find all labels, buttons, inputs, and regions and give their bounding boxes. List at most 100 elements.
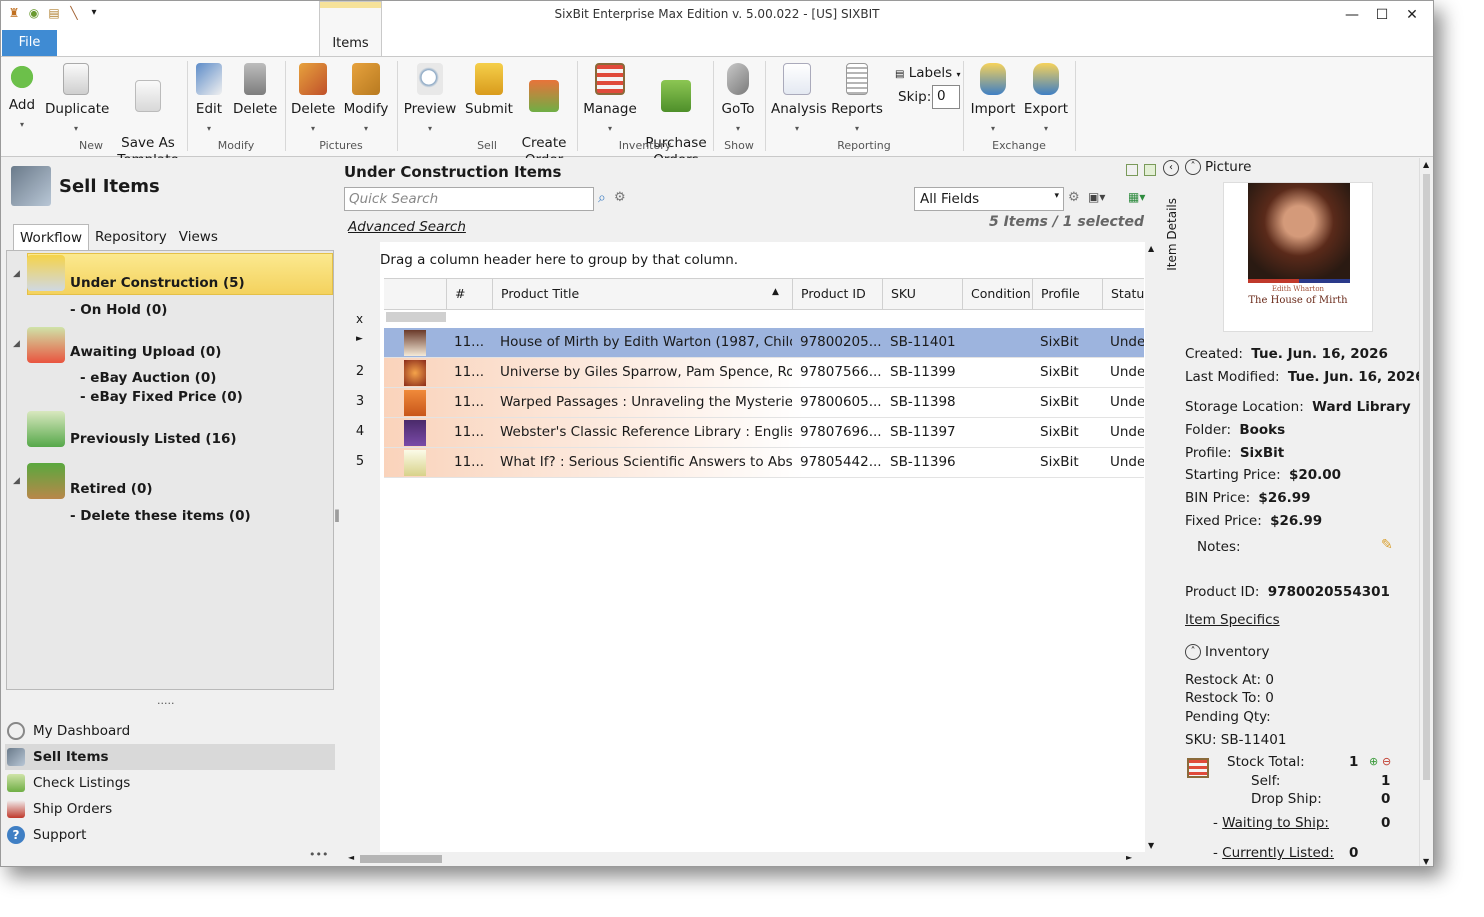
tree-previously-listed[interactable]: Previously Listed (16) bbox=[70, 431, 237, 447]
panel-splitter[interactable]: ..... bbox=[157, 694, 174, 707]
split-view-icon[interactable] bbox=[1144, 164, 1156, 176]
filter-row[interactable] bbox=[386, 312, 446, 322]
item-details-vertical-tab[interactable]: Item Details bbox=[1165, 198, 1179, 271]
picture-section-header[interactable]: ˄ Picture bbox=[1185, 159, 1251, 175]
product-id-row: Product ID: 9780020554301 bbox=[1185, 584, 1390, 600]
vertical-scrollbar[interactable]: ▲ ▼ bbox=[1145, 242, 1159, 852]
save-icon[interactable]: ▣▾ bbox=[1088, 190, 1105, 204]
edit-button[interactable]: Edit ▾ bbox=[193, 61, 225, 137]
cell-sku: SB-11401 bbox=[890, 334, 956, 350]
save-as-template-button[interactable]: Save As Template bbox=[113, 61, 183, 169]
column-header-status[interactable]: Status bbox=[1102, 279, 1151, 309]
purchase-orders-button[interactable]: Purchase Orders bbox=[645, 61, 707, 169]
import-button[interactable]: Import ▾ bbox=[969, 61, 1017, 137]
scroll-down-icon[interactable]: ▼ bbox=[1423, 857, 1429, 866]
search-icon[interactable]: ⌕ bbox=[598, 190, 606, 206]
filter-row-marker[interactable]: x bbox=[356, 312, 363, 326]
scroll-thumb[interactable] bbox=[360, 855, 442, 863]
scroll-down-icon[interactable]: ▼ bbox=[1148, 841, 1154, 850]
tree-delete-these-items[interactable]: - Delete these items (0) bbox=[70, 508, 251, 524]
gear-icon[interactable]: ⚙ bbox=[1068, 190, 1080, 205]
palm-tree-icon bbox=[27, 463, 65, 499]
column-header-number[interactable]: # bbox=[446, 279, 492, 309]
scroll-left-icon[interactable]: ◄ bbox=[348, 853, 354, 862]
labels-dropdown[interactable]: ▤ Labels ▾ bbox=[895, 65, 961, 81]
table-row[interactable]: 11... What If? : Serious Scientific Answ… bbox=[384, 448, 1144, 478]
nav-check-listings[interactable]: Check Listings bbox=[5, 770, 335, 796]
tree-retired[interactable]: Retired (0) bbox=[70, 481, 153, 497]
picture-modify-button[interactable]: Modify ▾ bbox=[343, 61, 389, 137]
tree-under-construction[interactable]: Under Construction (5) bbox=[70, 275, 245, 291]
remove-stock-icon[interactable]: ⊖ bbox=[1382, 755, 1391, 768]
table-row[interactable]: 11... House of Mirth by Edith Warton (19… bbox=[384, 328, 1144, 358]
quick-search-input[interactable]: Quick Search bbox=[344, 187, 594, 211]
table-row[interactable]: 11... Universe by Giles Sparrow, Pam Spe… bbox=[384, 358, 1144, 388]
picture-delete-button[interactable]: Delete ▾ bbox=[291, 61, 335, 137]
tab-repository[interactable]: Repository bbox=[89, 224, 173, 251]
scroll-thumb[interactable] bbox=[1423, 174, 1430, 780]
column-header-condition[interactable]: Condition bbox=[962, 279, 1032, 309]
add-button[interactable]: Add ▾ bbox=[7, 61, 37, 133]
collapse-left-icon[interactable]: ‹ bbox=[1163, 160, 1179, 176]
manage-button[interactable]: Manage ▾ bbox=[583, 61, 637, 137]
modified-value: Tue. Jun. 16, 2026 bbox=[1287, 369, 1425, 385]
tree-ebay-fixed-price[interactable]: - eBay Fixed Price (0) bbox=[80, 389, 243, 405]
waiting-to-ship-link[interactable]: Waiting to Ship: bbox=[1222, 815, 1329, 831]
horizontal-scrollbar[interactable]: ◄ ► bbox=[340, 852, 1145, 866]
nav-support[interactable]: ? Support bbox=[5, 822, 335, 848]
tree-awaiting-upload[interactable]: Awaiting Upload (0) bbox=[70, 344, 221, 360]
created-row: Created: Tue. Jun. 16, 2026 bbox=[1185, 346, 1388, 362]
pencil-icon[interactable]: ✎ bbox=[1381, 537, 1393, 553]
item-specifics-link[interactable]: Item Specifics bbox=[1185, 612, 1280, 628]
advanced-search-link[interactable]: Advanced Search bbox=[348, 219, 466, 235]
inventory-section-header[interactable]: ˄ Inventory bbox=[1185, 644, 1269, 660]
details-scrollbar[interactable]: ▲ ▼ bbox=[1419, 158, 1433, 866]
field-filter-select[interactable]: All Fields ▾ bbox=[914, 187, 1064, 211]
column-header-product-id[interactable]: Product ID bbox=[792, 279, 882, 309]
tab-items[interactable]: Items bbox=[319, 1, 382, 56]
currently-listed-link[interactable]: Currently Listed: bbox=[1222, 845, 1334, 861]
submit-button[interactable]: Submit bbox=[465, 61, 513, 118]
table-row[interactable]: 11... Webster's Classic Reference Librar… bbox=[384, 418, 1144, 448]
delete-button[interactable]: Delete bbox=[233, 61, 277, 118]
scroll-up-icon[interactable]: ▲ bbox=[1423, 160, 1429, 169]
analysis-button[interactable]: Analysis ▾ bbox=[771, 61, 827, 137]
minimize-button[interactable]: — bbox=[1337, 3, 1367, 27]
close-button[interactable]: ✕ bbox=[1397, 3, 1427, 27]
reports-button[interactable]: Reports ▾ bbox=[831, 61, 883, 137]
scroll-right-icon[interactable]: ► bbox=[1126, 853, 1132, 862]
abacus-icon[interactable] bbox=[1187, 758, 1209, 778]
scroll-up-icon[interactable]: ▲ bbox=[1148, 244, 1154, 253]
duplicate-button[interactable]: Duplicate ▾ bbox=[45, 61, 109, 137]
expand-arrow-icon[interactable]: ◢ bbox=[13, 339, 20, 349]
gear-icon[interactable]: ⚙ bbox=[614, 190, 626, 205]
group-reporting-label: Reporting bbox=[837, 139, 891, 152]
tree-on-hold[interactable]: - On Hold (0) bbox=[70, 302, 167, 318]
add-stock-icon[interactable]: ⊕ bbox=[1369, 755, 1378, 768]
tab-workflow[interactable]: Workflow bbox=[13, 224, 89, 251]
column-header-product-title[interactable]: Product Title bbox=[492, 279, 792, 309]
nav-sell-items[interactable]: Sell Items bbox=[5, 744, 335, 770]
excel-export-icon[interactable]: ▦▾ bbox=[1128, 190, 1145, 204]
expand-arrow-icon[interactable]: ◢ bbox=[13, 269, 20, 279]
tab-file[interactable]: File bbox=[2, 30, 57, 56]
nav-ship-orders[interactable]: Ship Orders bbox=[5, 796, 335, 822]
nav-my-dashboard[interactable]: My Dashboard bbox=[5, 718, 335, 744]
export-button[interactable]: Export ▾ bbox=[1023, 61, 1069, 137]
ribbon-separator bbox=[1075, 61, 1076, 151]
column-header-profile[interactable]: Profile bbox=[1032, 279, 1102, 309]
more-options-icon[interactable]: ••• bbox=[309, 848, 328, 861]
maximize-button[interactable]: ☐ bbox=[1367, 3, 1397, 27]
tab-views[interactable]: Views bbox=[173, 224, 224, 251]
tree-ebay-auction[interactable]: - eBay Auction (0) bbox=[80, 370, 216, 386]
goto-button[interactable]: GoTo ▾ bbox=[719, 61, 757, 137]
expand-arrow-icon[interactable]: ◢ bbox=[13, 476, 20, 486]
skip-input[interactable]: 0 bbox=[932, 85, 960, 109]
grid-view-icon[interactable] bbox=[1126, 164, 1138, 176]
preview-button[interactable]: Preview ▾ bbox=[403, 61, 457, 137]
table-row[interactable]: 11... Warped Passages : Unraveling the M… bbox=[384, 388, 1144, 418]
ribbon-separator bbox=[713, 61, 714, 151]
product-picture[interactable]: Edith Wharton The House of Mirth bbox=[1223, 182, 1373, 332]
create-order-button[interactable]: Create Order bbox=[519, 61, 569, 169]
column-header-sku[interactable]: SKU bbox=[882, 279, 962, 309]
